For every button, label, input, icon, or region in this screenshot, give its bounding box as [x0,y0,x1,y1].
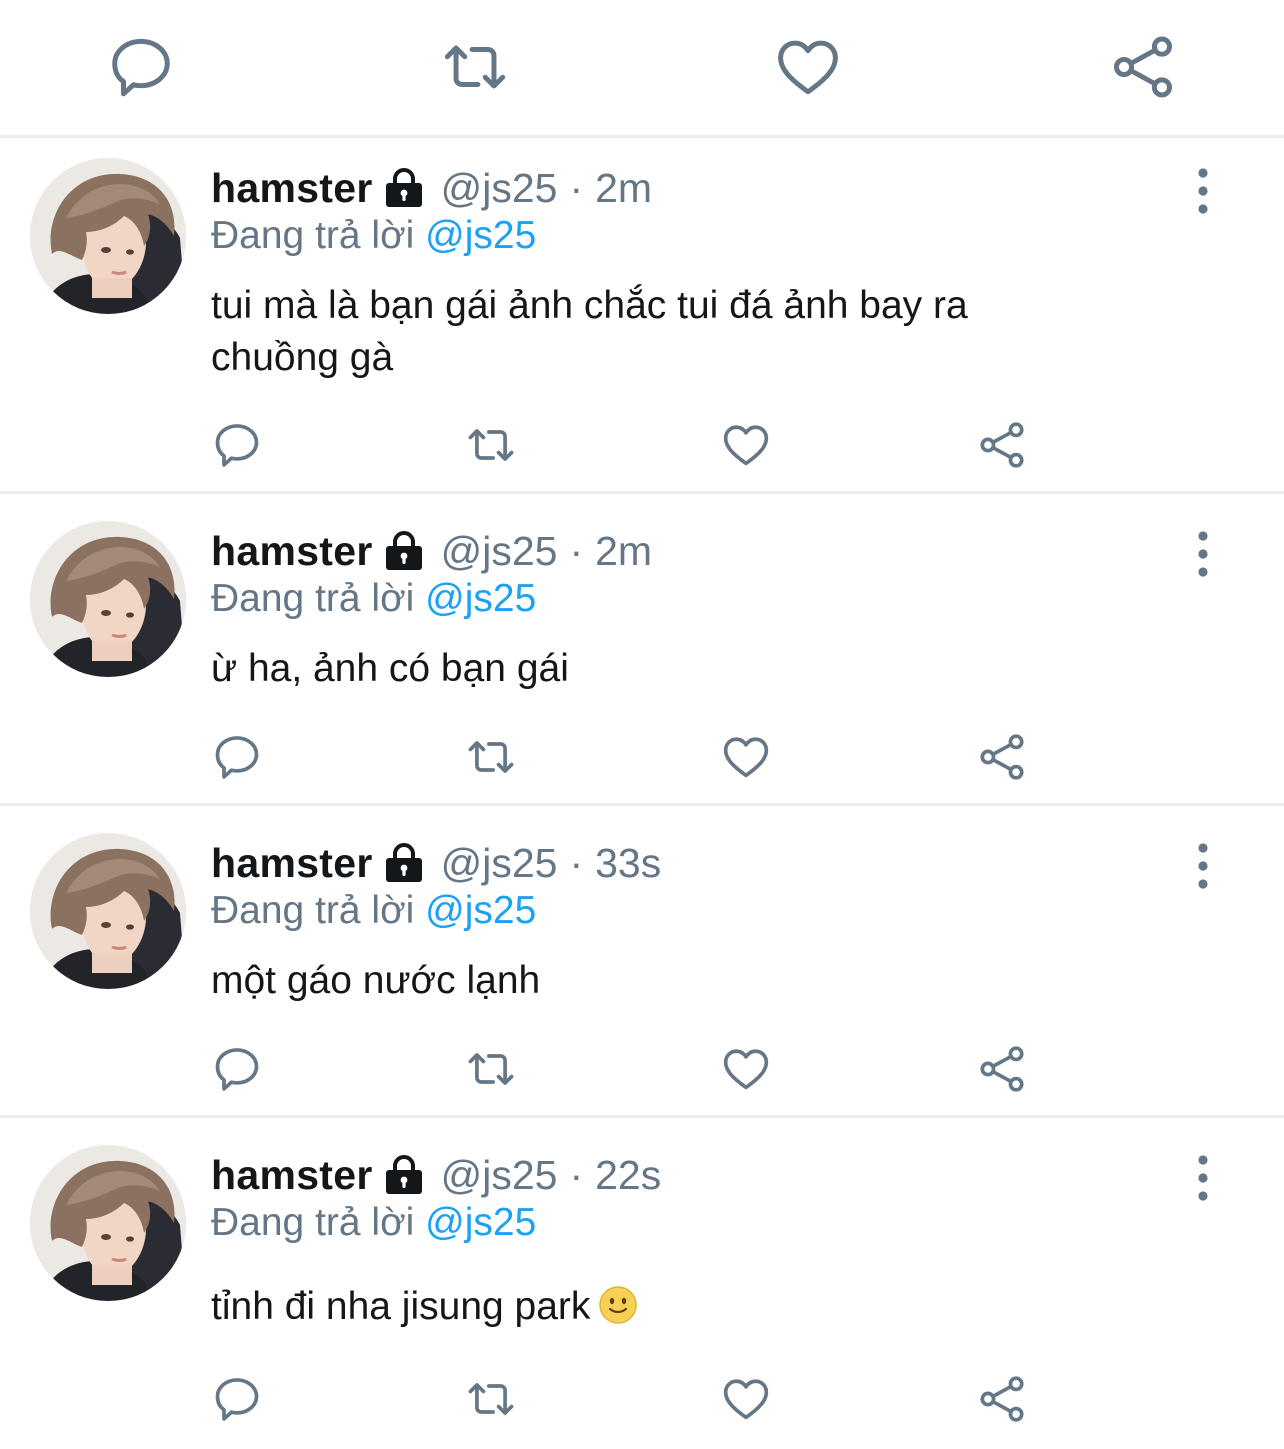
reply-context: Đang trả lời @js25 [211,575,536,623]
tweet-header: hamster @js25 · 2m [211,527,652,575]
reply-context: Đang trả lời @js25 [211,212,536,260]
user-handle[interactable]: @js25 [441,527,558,575]
like-icon[interactable] [720,419,772,471]
more-options-icon[interactable] [1186,1153,1220,1203]
tweet-header: hamster @js25 · 2m [211,164,652,212]
reply-icon[interactable] [106,32,176,102]
reply-context: Đang trả lời @js25 [211,887,536,935]
retweet-icon[interactable] [465,419,517,471]
more-options-icon[interactable] [1186,529,1220,579]
retweet-icon[interactable] [440,32,510,102]
tweet[interactable]: hamster @js25 · 22s Đang trả lời @js25 t… [0,1118,1284,1449]
share-icon[interactable] [976,419,1028,471]
display-name[interactable]: hamster [211,527,373,575]
retweet-icon[interactable] [465,731,517,783]
reply-prefix: Đang trả lời [211,889,415,932]
tweet-header: hamster @js25 · 33s [211,839,661,887]
avatar[interactable] [30,521,186,677]
retweet-icon[interactable] [465,1373,517,1425]
separator: · [569,1152,584,1198]
tweet-header: hamster @js25 · 22s [211,1151,661,1199]
user-handle[interactable]: @js25 [441,1151,558,1199]
avatar[interactable] [30,158,186,314]
timestamp[interactable]: 22s [595,1151,661,1199]
reply-mention[interactable]: @js25 [425,1201,536,1244]
user-handle[interactable]: @js25 [441,164,558,212]
avatar[interactable] [30,1145,186,1301]
tweet-text-container: tỉnh đi nha jisung park [211,1281,1171,1333]
reply-icon[interactable] [211,419,263,471]
reply-mention[interactable]: @js25 [425,889,536,932]
share-icon[interactable] [976,1373,1028,1425]
reply-context: Đang trả lời @js25 [211,1199,536,1247]
more-options-icon[interactable] [1186,166,1220,216]
tweet-text: tui mà là bạn gái ảnh chắc tui đá ảnh ba… [211,284,968,379]
lock-icon [383,1155,425,1195]
tweet[interactable]: hamster @js25 · 2m Đang trả lời @js25 ừ … [0,494,1284,806]
tweet-text: tỉnh đi nha jisung park [211,1285,591,1328]
more-options-icon[interactable] [1186,841,1220,891]
like-icon[interactable] [720,1043,772,1095]
timestamp[interactable]: 2m [595,164,652,212]
lock-icon [383,531,425,571]
reply-mention[interactable]: @js25 [425,577,536,620]
display-name[interactable]: hamster [211,164,373,212]
reply-icon[interactable] [211,1043,263,1095]
display-name[interactable]: hamster [211,839,373,887]
user-handle[interactable]: @js25 [441,839,558,887]
like-icon[interactable] [773,32,843,102]
tweet-text: ừ ha, ảnh có bạn gái [211,647,569,690]
reply-prefix: Đang trả lời [211,1201,415,1244]
retweet-icon[interactable] [465,1043,517,1095]
lock-icon [383,843,425,883]
share-icon[interactable] [1108,32,1178,102]
avatar[interactable] [30,833,186,989]
top-action-bar [0,0,1284,138]
share-icon[interactable] [976,731,1028,783]
separator: · [569,528,584,574]
reply-icon[interactable] [211,1373,263,1425]
reply-mention[interactable]: @js25 [425,214,536,257]
reply-prefix: Đang trả lời [211,214,415,257]
reply-icon[interactable] [211,731,263,783]
slightly-smiling-face-icon [598,1285,638,1325]
tweet-text: một gáo nước lạnh [211,959,541,1002]
timestamp[interactable]: 2m [595,527,652,575]
display-name[interactable]: hamster [211,1151,373,1199]
timestamp[interactable]: 33s [595,839,661,887]
share-icon[interactable] [976,1043,1028,1095]
reply-prefix: Đang trả lời [211,577,415,620]
lock-icon [383,168,425,208]
like-icon[interactable] [720,1373,772,1425]
separator: · [569,165,584,211]
tweet[interactable]: hamster @js25 · 33s Đang trả lời @js25 m… [0,806,1284,1118]
separator: · [569,840,584,886]
tweet[interactable]: hamster @js25 · 2m Đang trả lời @js25 tu… [0,141,1284,494]
like-icon[interactable] [720,731,772,783]
